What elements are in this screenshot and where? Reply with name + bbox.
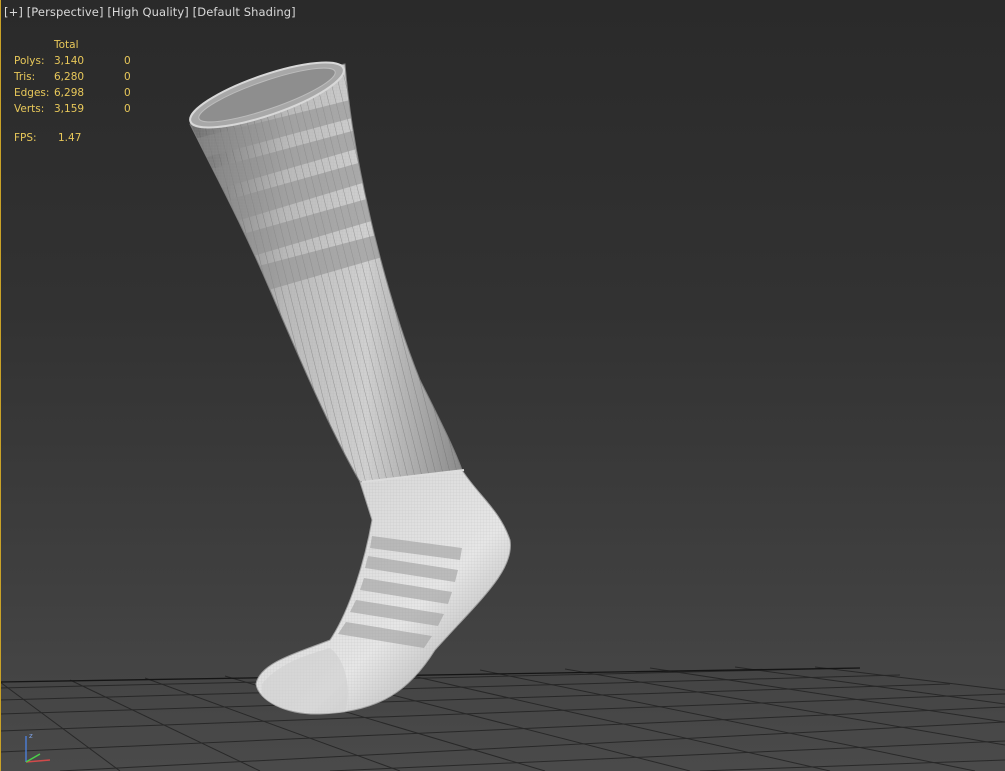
sock-mesh[interactable] — [150, 50, 530, 730]
stats-label: Edges: — [14, 87, 50, 99]
stats-total-value: 3,159 — [54, 103, 85, 115]
scene-canvas[interactable] — [0, 0, 1005, 771]
fps-counter: FPS: 1.47 — [14, 132, 81, 144]
fps-label: FPS: — [14, 132, 37, 144]
sock-foot-pattern — [256, 470, 511, 715]
viewport-quality-menu[interactable]: [High Quality] — [107, 5, 189, 19]
perspective-viewport[interactable]: [+] [Perspective] [High Quality] [Defaul… — [0, 0, 1005, 771]
viewport-general-menu[interactable]: [+] — [4, 5, 23, 19]
viewport-point-of-view-menu[interactable]: [Perspective] — [27, 5, 104, 19]
stats-total-value: 3,140 — [54, 55, 85, 67]
viewport-label-menu: [+] [Perspective] [High Quality] [Defaul… — [4, 5, 296, 19]
axis-tripod-icon: z — [25, 732, 51, 763]
svg-text:z: z — [29, 732, 33, 740]
stats-selected-value: 0 — [124, 71, 131, 83]
stats-total-header: Total — [54, 39, 79, 51]
active-viewport-border — [0, 0, 1, 771]
stats-label: Tris: — [14, 71, 36, 83]
stats-total-value: 6,298 — [54, 87, 85, 99]
stats-label: Polys: — [14, 55, 45, 67]
stats-selected-value: 0 — [124, 55, 131, 67]
stats-total-value: 6,280 — [54, 71, 85, 83]
viewport-shading-menu[interactable]: [Default Shading] — [193, 5, 296, 19]
stats-selected-value: 0 — [124, 87, 131, 99]
stats-label: Verts: — [14, 103, 45, 115]
stats-selected-value: 0 — [124, 103, 131, 115]
ground-grid — [0, 666, 1005, 771]
fps-value: 1.47 — [58, 132, 82, 144]
